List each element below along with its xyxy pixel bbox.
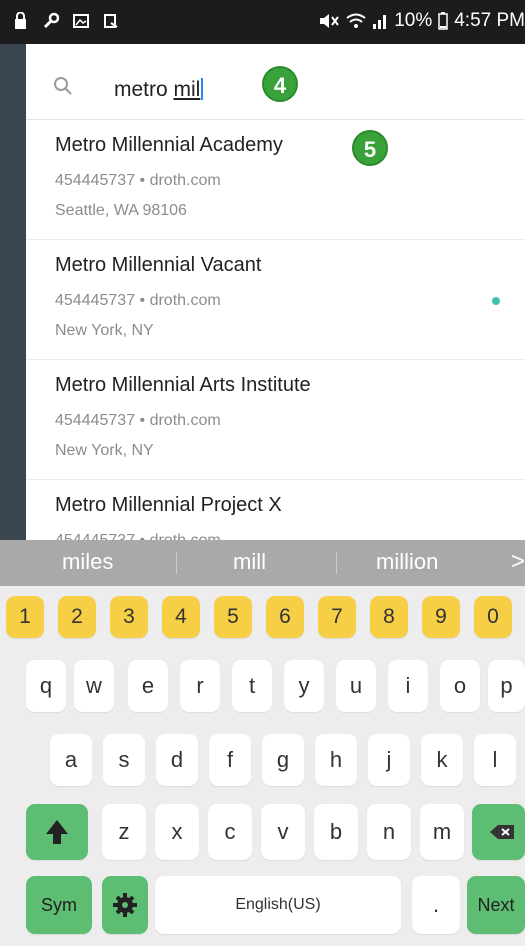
key-9[interactable]: 9 xyxy=(422,596,460,638)
gear-icon xyxy=(113,893,137,917)
settings-key[interactable] xyxy=(102,876,148,934)
result-id-site: 454445737 • droth.com xyxy=(55,292,221,309)
key-c[interactable]: c xyxy=(208,804,252,860)
image-icon xyxy=(73,14,89,28)
key-4[interactable]: 4 xyxy=(162,596,200,638)
wifi-icon xyxy=(346,13,366,28)
search-query-composing: mil xyxy=(173,78,201,101)
key-g[interactable]: g xyxy=(262,734,304,786)
result-id-site: 454445737 • droth.com xyxy=(55,412,221,429)
status-left-icons xyxy=(12,12,120,30)
key-h[interactable]: h xyxy=(315,734,357,786)
key-6[interactable]: 6 xyxy=(266,596,304,638)
key-2[interactable]: 2 xyxy=(58,596,96,638)
key-j[interactable]: j xyxy=(368,734,410,786)
sym-key[interactable]: Sym xyxy=(26,876,92,934)
wrench-icon xyxy=(43,12,60,29)
key-y[interactable]: y xyxy=(284,660,324,712)
search-bar[interactable]: metro mil 4 xyxy=(26,44,525,120)
app-area: metro mil 4 Metro Millennial Academy 454… xyxy=(0,44,525,540)
key-q[interactable]: q xyxy=(26,660,66,712)
key-o[interactable]: o xyxy=(440,660,480,712)
next-key[interactable]: Next xyxy=(467,876,525,934)
suggestion-divider xyxy=(336,552,337,574)
result-location: New York, NY xyxy=(55,442,154,459)
mute-icon xyxy=(320,14,340,28)
status-right: 10% 4:57 PM xyxy=(318,10,525,32)
suggestion-item[interactable]: mill xyxy=(233,549,266,575)
key-m[interactable]: m xyxy=(420,804,464,860)
search-input[interactable]: metro mil xyxy=(114,78,204,102)
result-title: Metro Millennial Arts Institute xyxy=(55,374,311,396)
search-query-prefix: metro xyxy=(114,78,174,101)
key-3[interactable]: 3 xyxy=(110,596,148,638)
key-z[interactable]: z xyxy=(102,804,146,860)
key-k[interactable]: k xyxy=(421,734,463,786)
keyboard: 1 2 3 4 5 6 7 8 9 0 q w e r t y u i o p … xyxy=(0,586,525,946)
key-v[interactable]: v xyxy=(261,804,305,860)
result-item[interactable]: Metro Millennial Arts Institute 45444573… xyxy=(26,360,525,480)
key-t[interactable]: t xyxy=(232,660,272,712)
key-u[interactable]: u xyxy=(336,660,376,712)
backspace-key[interactable] xyxy=(472,804,525,860)
clock: 4:57 PM xyxy=(454,10,525,31)
key-s[interactable]: s xyxy=(103,734,145,786)
signal-icon xyxy=(373,15,387,29)
result-location: Seattle, WA 98106 xyxy=(55,202,187,219)
suggestion-item[interactable]: million xyxy=(376,549,438,575)
shift-key[interactable] xyxy=(26,804,88,860)
battery-percent: 10% xyxy=(394,10,433,31)
key-e[interactable]: e xyxy=(128,660,168,712)
suggestion-bar: miles mill million > xyxy=(0,540,525,586)
key-8[interactable]: 8 xyxy=(370,596,408,638)
more-suggestions-arrow[interactable]: > xyxy=(511,548,525,576)
key-b[interactable]: b xyxy=(314,804,358,860)
result-title: Metro Millennial Academy xyxy=(55,134,283,156)
result-title: Metro Millennial Project X xyxy=(55,494,282,516)
key-p[interactable]: p xyxy=(488,660,525,712)
result-id-site: 454445737 • droth.com xyxy=(55,172,221,189)
step-badge-5: 5 xyxy=(352,130,388,166)
search-icon xyxy=(54,77,72,95)
result-item[interactable]: Metro Millennial Project X 454445737 • d… xyxy=(26,480,525,540)
result-item[interactable]: Metro Millennial Vacant 454445737 • drot… xyxy=(26,240,525,360)
suggestion-divider xyxy=(176,552,177,574)
key-a[interactable]: a xyxy=(50,734,92,786)
space-key[interactable]: English(US) xyxy=(155,876,401,934)
result-location: New York, NY xyxy=(55,322,154,339)
sync-icon xyxy=(104,14,118,28)
key-w[interactable]: w xyxy=(74,660,114,712)
status-bar: 10% 4:57 PM xyxy=(0,0,525,44)
key-x[interactable]: x xyxy=(155,804,199,860)
key-7[interactable]: 7 xyxy=(318,596,356,638)
key-0[interactable]: 0 xyxy=(474,596,512,638)
key-1[interactable]: 1 xyxy=(6,596,44,638)
result-id-site: 454445737 • droth.com xyxy=(55,532,221,540)
search-panel: metro mil 4 Metro Millennial Academy 454… xyxy=(26,44,525,540)
battery-icon xyxy=(438,12,448,30)
suggestion-item[interactable]: miles xyxy=(62,549,113,575)
backspace-icon xyxy=(490,825,514,839)
key-f[interactable]: f xyxy=(209,734,251,786)
status-dot xyxy=(492,297,500,305)
step-badge-4: 4 xyxy=(262,66,298,102)
period-key[interactable]: . xyxy=(412,876,460,934)
key-5[interactable]: 5 xyxy=(214,596,252,638)
key-n[interactable]: n xyxy=(367,804,411,860)
lock-icon xyxy=(15,12,26,29)
shift-arrow-icon xyxy=(46,820,68,844)
key-r[interactable]: r xyxy=(180,660,220,712)
key-i[interactable]: i xyxy=(388,660,428,712)
result-title: Metro Millennial Vacant xyxy=(55,254,262,276)
key-d[interactable]: d xyxy=(156,734,198,786)
result-item[interactable]: Metro Millennial Academy 454445737 • dro… xyxy=(26,120,525,240)
text-cursor xyxy=(201,78,204,100)
key-l[interactable]: l xyxy=(474,734,516,786)
